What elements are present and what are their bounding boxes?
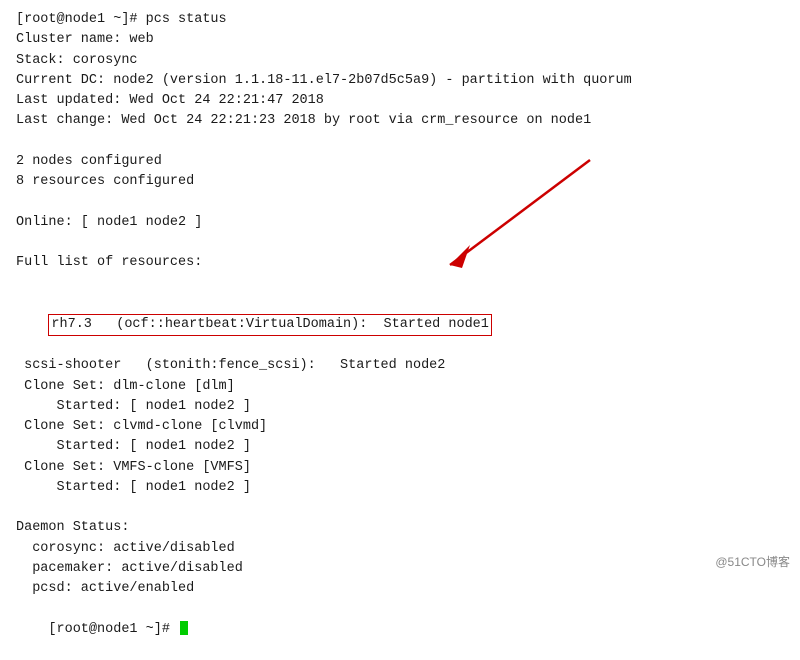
watermark: @51CTO博客	[715, 553, 790, 570]
line-24: Daemon Status:	[16, 518, 784, 538]
line-8: 2 nodes configured	[16, 152, 784, 172]
line-20: Started: [ node1 node2 ]	[16, 437, 784, 457]
line-6: Last change: Wed Oct 24 22:21:23 2018 by…	[16, 111, 784, 131]
line-15-highlighted: rh7.3 (ocf::heartbeat:VirtualDomain): St…	[16, 294, 784, 357]
line-27: pcsd: active/enabled	[16, 579, 784, 599]
line-10	[16, 192, 784, 212]
line-26: pacemaker: active/disabled	[16, 559, 784, 579]
line-19: Clone Set: clvmd-clone [clvmd]	[16, 417, 784, 437]
prompt-text: [root@node1 ~]#	[48, 622, 178, 637]
line-23	[16, 498, 784, 518]
line-17: Clone Set: dlm-clone [dlm]	[16, 377, 784, 397]
cursor-block	[180, 621, 188, 635]
line-28-prompt: [root@node1 ~]#	[16, 599, 784, 660]
terminal-window: [root@node1 ~]# pcs status Cluster name:…	[0, 0, 800, 578]
line-4: Current DC: node2 (version 1.1.18-11.el7…	[16, 71, 784, 91]
line-9: 8 resources configured	[16, 172, 784, 192]
line-3: Stack: corosync	[16, 51, 784, 71]
line-1: [root@node1 ~]# pcs status	[16, 10, 784, 30]
line-14	[16, 273, 784, 293]
line-5: Last updated: Wed Oct 24 22:21:47 2018	[16, 91, 784, 111]
line-13: Full list of resources:	[16, 253, 784, 273]
line-2: Cluster name: web	[16, 30, 784, 50]
highlighted-resource-row: rh7.3 (ocf::heartbeat:VirtualDomain): St…	[48, 314, 491, 336]
line-11: Online: [ node1 node2 ]	[16, 213, 784, 233]
line-18: Started: [ node1 node2 ]	[16, 397, 784, 417]
line-7	[16, 132, 784, 152]
line-21: Clone Set: VMFS-clone [VMFS]	[16, 458, 784, 478]
line-25: corosync: active/disabled	[16, 539, 784, 559]
line-12	[16, 233, 784, 253]
line-16: scsi-shooter (stonith:fence_scsi): Start…	[16, 356, 784, 376]
line-22: Started: [ node1 node2 ]	[16, 478, 784, 498]
